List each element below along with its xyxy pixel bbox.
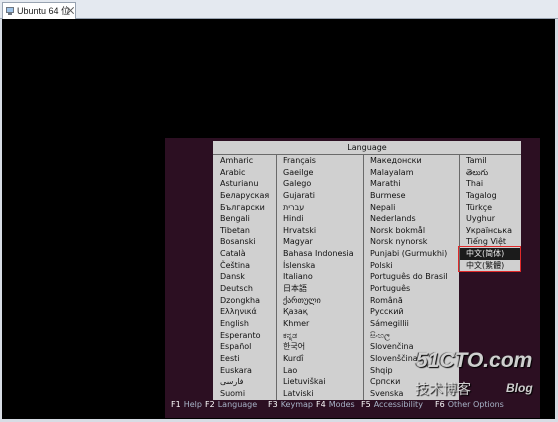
function-key-label: Keymap xyxy=(280,400,313,409)
function-key: F5 xyxy=(361,400,371,409)
language-option[interactable]: Português xyxy=(364,283,459,295)
help-key[interactable]: F1 Help xyxy=(171,400,202,410)
language-option[interactable]: Ελληνικά xyxy=(213,306,276,318)
language-option[interactable]: Suomi xyxy=(213,388,276,400)
language-option[interactable]: Română xyxy=(364,295,459,307)
language-option[interactable]: Uyghur xyxy=(460,213,521,225)
language-option[interactable]: Nepali xyxy=(364,202,459,214)
language-option[interactable]: Eesti xyxy=(213,353,276,365)
function-key-label: Modes xyxy=(328,400,355,409)
language-option[interactable]: 한국어 xyxy=(277,341,363,353)
watermark-subtitle: 技术博客 xyxy=(415,381,471,397)
virtual-machine-icon xyxy=(6,7,14,15)
accessibility-key[interactable]: F5 Accessibility xyxy=(361,400,423,410)
language-option[interactable]: Norsk nynorsk xyxy=(364,236,459,248)
language-option[interactable]: Dzongkha xyxy=(213,295,276,307)
language-option[interactable]: Sámegillii xyxy=(364,318,459,330)
language-option[interactable]: עברית xyxy=(277,202,363,214)
language-option[interactable]: Burmese xyxy=(364,190,459,202)
language-option[interactable]: Bengali xyxy=(213,213,276,225)
language-option[interactable]: Bosanski xyxy=(213,236,276,248)
tab-title: Ubuntu 64 位 xyxy=(17,6,71,16)
language-option[interactable]: 日本語 xyxy=(277,283,363,295)
language-option[interactable]: Magyar xyxy=(277,236,363,248)
function-key: F4 xyxy=(316,400,326,409)
language-option[interactable]: Hrvatski xyxy=(277,225,363,237)
language-option[interactable]: Khmer xyxy=(277,318,363,330)
language-option[interactable]: English xyxy=(213,318,276,330)
language-option[interactable]: Nederlands xyxy=(364,213,459,225)
language-option[interactable]: Norsk bokmål xyxy=(364,225,459,237)
language-option[interactable]: Hindi xyxy=(277,213,363,225)
keymap-key[interactable]: F3 Keymap xyxy=(268,400,313,410)
language-option[interactable]: Беларуская xyxy=(213,190,276,202)
language-option[interactable]: Íslenska xyxy=(277,260,363,272)
language-option[interactable]: Latviski xyxy=(277,388,363,400)
language-option[interactable]: Punjabi (Gurmukhi) xyxy=(364,248,459,260)
language-option[interactable]: Gujarati xyxy=(277,190,363,202)
function-key: F6 xyxy=(435,400,445,409)
function-key-label: Language xyxy=(217,400,258,409)
language-option[interactable]: Tibetan xyxy=(213,225,276,237)
language-option[interactable]: Български xyxy=(213,202,276,214)
language-option[interactable]: ქართული xyxy=(277,295,363,307)
language-option[interactable]: Bahasa Indonesia xyxy=(277,248,363,260)
watermark-blog: Blog xyxy=(506,381,533,395)
language-option[interactable]: Polski xyxy=(364,260,459,272)
language-option[interactable]: Tamil xyxy=(460,155,521,167)
language-option[interactable]: فارسی xyxy=(213,376,276,388)
language-column-1: Amharic Arabic Asturianu Беларуская Българск… xyxy=(213,155,276,400)
language-option[interactable]: Malayalam xyxy=(364,167,459,179)
language-option[interactable]: Marathi xyxy=(364,178,459,190)
function-key: F3 xyxy=(268,400,278,409)
language-option[interactable]: Қазақ xyxy=(277,306,363,318)
annotation-highlight-box xyxy=(458,246,521,272)
language-option[interactable]: Lietuviškai xyxy=(277,376,363,388)
tab-ubuntu-64[interactable]: Ubuntu 64 位 xyxy=(2,2,76,19)
language-dialog-title: Language xyxy=(213,141,521,155)
language-option[interactable]: Українська xyxy=(460,225,521,237)
modes-key[interactable]: F4 Modes xyxy=(316,400,355,410)
language-option[interactable]: Italiano xyxy=(277,271,363,283)
language-option[interactable]: Čeština xyxy=(213,260,276,272)
language-option[interactable]: Tagalog xyxy=(460,190,521,202)
language-option[interactable]: Asturianu xyxy=(213,178,276,190)
watermark-site: 51CTO.com xyxy=(416,349,533,372)
language-option[interactable]: Русский xyxy=(364,306,459,318)
language-option[interactable]: Esperanto xyxy=(213,330,276,342)
language-option[interactable]: Gaeilge xyxy=(277,167,363,179)
close-icon[interactable] xyxy=(67,7,74,14)
language-column-2: Français Gaeilge Galego Gujarati עברית Hindi H… xyxy=(276,155,363,400)
language-option[interactable]: Македонски xyxy=(364,155,459,167)
language-option[interactable]: සිංහල xyxy=(364,330,459,342)
language-option[interactable]: Arabic xyxy=(213,167,276,179)
language-option[interactable]: Galego xyxy=(277,178,363,190)
function-key-label: Other Options xyxy=(447,400,504,409)
function-key: F1 xyxy=(171,400,181,409)
language-option[interactable]: Euskara xyxy=(213,365,276,377)
language-option[interactable]: Thai xyxy=(460,178,521,190)
language-key[interactable]: F2 Language xyxy=(205,400,257,410)
function-key-label: Help xyxy=(183,400,202,409)
language-option[interactable]: Català xyxy=(213,248,276,260)
language-option[interactable]: Türkçe xyxy=(460,202,521,214)
language-option[interactable]: Kurdî xyxy=(277,353,363,365)
language-option[interactable]: తెలుగు xyxy=(460,167,521,179)
language-option[interactable]: Português do Brasil xyxy=(364,271,459,283)
other-options-key[interactable]: F6 Other Options xyxy=(435,400,504,410)
function-key-label: Accessibility xyxy=(373,400,423,409)
language-option[interactable]: Lao xyxy=(277,365,363,377)
language-option[interactable]: Dansk xyxy=(213,271,276,283)
language-option[interactable]: Amharic xyxy=(213,155,276,167)
function-key: F2 xyxy=(205,400,215,409)
tab-bar: Ubuntu 64 位 xyxy=(0,0,558,19)
language-option[interactable]: ಕನ್ನಡ xyxy=(277,330,363,342)
language-option[interactable]: Français xyxy=(277,155,363,167)
language-option[interactable]: Deutsch xyxy=(213,283,276,295)
language-option[interactable]: Español xyxy=(213,341,276,353)
